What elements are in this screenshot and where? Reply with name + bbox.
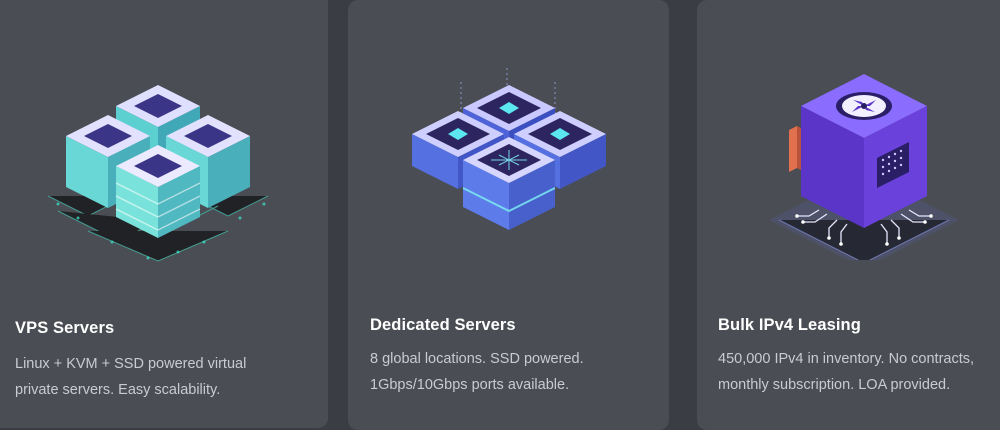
card-title: Bulk IPv4 Leasing bbox=[718, 316, 861, 334]
card-description-line: private servers. Easy scalability. bbox=[15, 382, 221, 398]
card-description: 450,000 IPv4 in inventory. No contracts,… bbox=[718, 346, 974, 398]
card-description-line: monthly subscription. LOA provided. bbox=[718, 377, 951, 393]
card-description-line: 8 global locations. SSD powered. bbox=[370, 351, 584, 367]
vps-servers-card[interactable]: VPS Servers Linux + KVM + SSD powered vi… bbox=[0, 0, 328, 428]
dedicated-servers-card[interactable]: Dedicated Servers 8 global locations. SS… bbox=[348, 0, 669, 430]
dedicated-server-cluster-icon bbox=[412, 68, 606, 230]
card-description: Linux + KVM + SSD powered virtual privat… bbox=[15, 351, 246, 403]
card-title: Dedicated Servers bbox=[370, 316, 516, 334]
card-description-line: Linux + KVM + SSD powered virtual bbox=[15, 356, 247, 372]
card-description-line: 1Gbps/10Gbps ports available. bbox=[370, 377, 570, 393]
card-title: VPS Servers bbox=[15, 319, 115, 337]
card-description-line: 450,000 IPv4 in inventory. No contracts, bbox=[718, 351, 975, 367]
ipv4-chip-icon bbox=[769, 74, 959, 260]
ipv4-leasing-card[interactable]: Bulk IPv4 Leasing 450,000 IPv4 in invent… bbox=[697, 0, 1000, 430]
vps-server-stack-icon bbox=[47, 85, 269, 262]
card-description: 8 global locations. SSD powered. 1Gbps/1… bbox=[370, 346, 584, 398]
